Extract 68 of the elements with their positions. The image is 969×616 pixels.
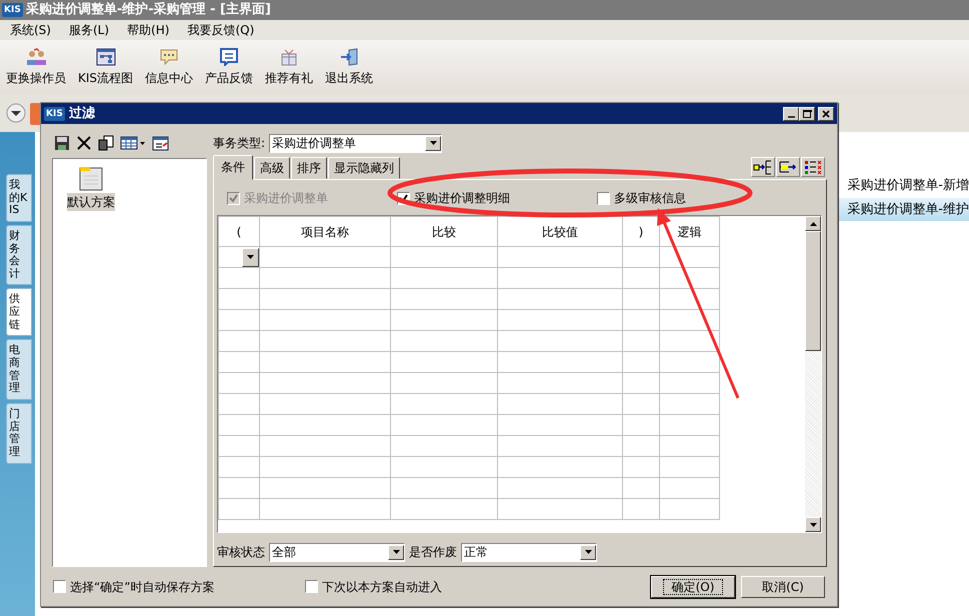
column-header: 比较值 <box>498 216 622 247</box>
gift-icon <box>279 48 300 66</box>
save-icon[interactable] <box>54 135 70 152</box>
copy-icon[interactable] <box>98 135 114 152</box>
toolbar-button[interactable]: 更换操作员 <box>6 48 66 87</box>
void-status-select[interactable]: 正常 <box>461 542 597 562</box>
audit-status-select[interactable]: 全部 <box>269 542 405 562</box>
field-label: 是否作废 <box>409 544 457 562</box>
toolbar-button[interactable]: 推荐有礼 <box>265 48 314 87</box>
people-icon <box>26 48 46 66</box>
app-logo: KIS <box>2 3 23 17</box>
column-header: 比较 <box>390 216 498 247</box>
message-icon <box>219 48 240 66</box>
minimize-button[interactable] <box>783 106 799 121</box>
field-label: 审核状态 <box>217 544 265 562</box>
scheme-item[interactable]: 默认方案 <box>65 165 117 212</box>
delete-icon[interactable] <box>76 135 92 152</box>
dialog-title: 过滤 <box>68 104 95 123</box>
menu-item[interactable]: 帮助(H) <box>127 21 170 39</box>
toolbar-button[interactable]: 退出系统 <box>325 48 374 87</box>
sidebar-tab[interactable]: 我的KIS <box>6 174 32 222</box>
minimize-icon <box>788 116 794 118</box>
column-header: ( <box>218 216 260 247</box>
menu-item[interactable]: 我要反馈(Q) <box>187 21 254 39</box>
scrollbar[interactable] <box>805 216 821 532</box>
toolbar-button[interactable]: KIS流程图 <box>78 48 134 87</box>
menu-item[interactable]: 服务(L) <box>68 21 110 39</box>
toolbar-button[interactable]: 信息中心 <box>145 48 194 87</box>
insert-row-icon <box>753 158 773 176</box>
toolbar-button[interactable] <box>801 157 825 178</box>
window-title: 采购进价调整单-维护-采购管理 - [主界面] <box>26 0 271 20</box>
maximize-button[interactable] <box>799 106 815 121</box>
field-label: 事务类型: <box>213 135 266 152</box>
scroll-thumb[interactable] <box>805 231 821 352</box>
dropdown-button[interactable] <box>242 248 259 267</box>
sidebar-tab[interactable]: 供应链 <box>6 288 32 336</box>
ok-button[interactable]: 确定(O) <box>651 576 735 598</box>
checkbox[interactable]: 多级审核信息 <box>597 189 686 208</box>
tab[interactable]: 条件 <box>213 155 253 180</box>
toolbar-button[interactable] <box>776 157 800 178</box>
sidebar-tab[interactable]: 门店管理 <box>6 402 32 464</box>
sidebar-tab[interactable]: 财务会计 <box>6 224 32 286</box>
document-icon <box>78 165 104 192</box>
cancel-button[interactable]: 取消(C) <box>741 576 825 598</box>
toolbar-button[interactable]: 产品反馈 <box>205 48 254 87</box>
speech-bubble-icon <box>159 48 180 66</box>
tab[interactable]: 排序 <box>291 157 327 180</box>
checkbox[interactable]: 选择“确定”时自动保存方案 <box>53 578 305 596</box>
close-icon <box>821 108 831 119</box>
checkbox[interactable]: 下次以本方案自动进入 <box>305 578 635 596</box>
tab[interactable]: 高级 <box>254 157 290 180</box>
dropdown-icon[interactable] <box>6 103 26 123</box>
sidebar-tab[interactable]: 电商管理 <box>6 339 32 400</box>
tab[interactable]: 显示隐藏列 <box>328 157 400 180</box>
checkbox[interactable]: 采购进价调整明细 <box>397 189 597 208</box>
flowchart-icon <box>96 48 116 66</box>
exit-icon <box>339 48 360 66</box>
menu-item[interactable]: 系统(S) <box>10 21 51 39</box>
column-header: 项目名称 <box>260 216 390 247</box>
maximize-icon <box>802 108 812 119</box>
window-icon[interactable] <box>152 135 170 152</box>
list-icon <box>803 158 823 176</box>
close-button[interactable] <box>818 106 834 121</box>
app-logo: KIS <box>44 106 65 121</box>
business-type-select[interactable]: 采购进价调整单 <box>269 134 442 153</box>
check-icon <box>229 194 238 203</box>
toolbar-button[interactable] <box>751 157 775 178</box>
table-icon[interactable] <box>120 135 146 152</box>
